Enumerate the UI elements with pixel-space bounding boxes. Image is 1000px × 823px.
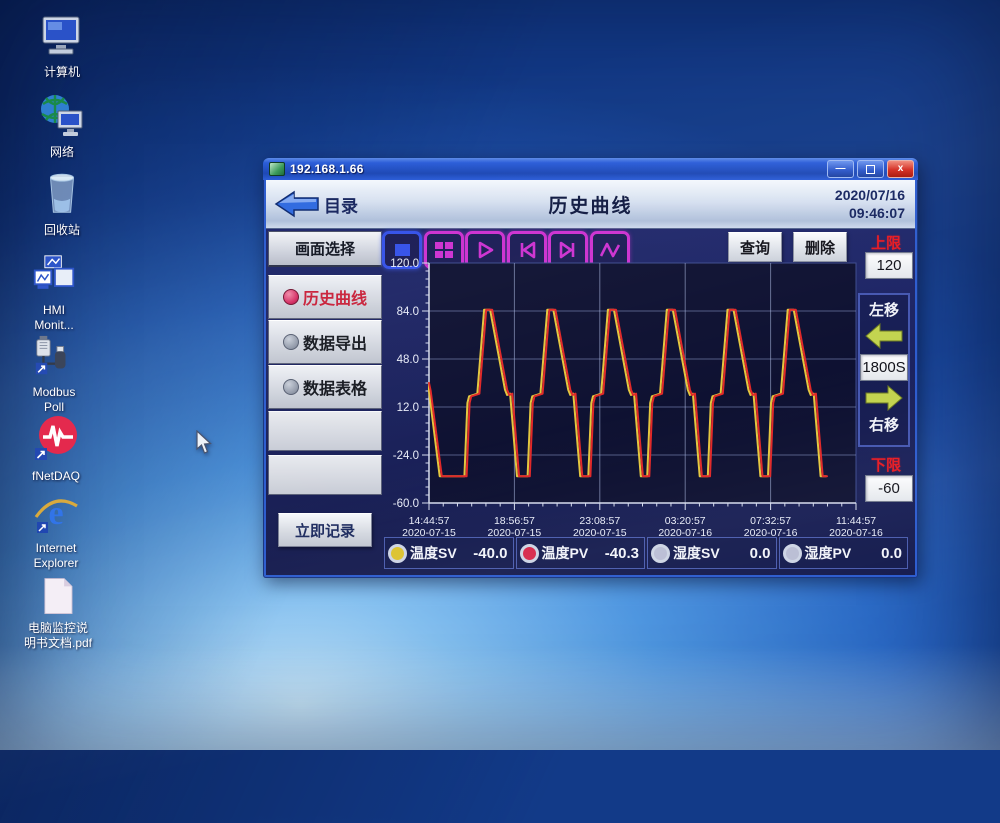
desktop-icon-label: fNetDAQ — [8, 469, 104, 484]
x-tick-time-label: 07:32:57 — [750, 515, 791, 527]
legend-item-0: 温度SV -40.0 — [384, 537, 514, 569]
legend-value: -40.0 — [473, 545, 509, 562]
hmi-main-area: 画面选择 历史曲线数据导出数据表格 立即记录 查询 删除 上限 120 120.… — [266, 229, 915, 575]
desktop-icon-internet-explorer[interactable]: eInternet Explorer — [8, 490, 104, 571]
pan-left-button[interactable] — [865, 323, 903, 349]
legend-label: 温度SV — [410, 543, 457, 563]
pan-control-panel: 左移 1800S 右移 — [858, 293, 910, 447]
desktop-icon-label: 回收站 — [14, 223, 110, 238]
desktop-icon-label: 网络 — [14, 145, 110, 160]
desktop-icon-network[interactable]: 网络 — [14, 92, 110, 160]
y-tick-label: 84.0 — [397, 306, 419, 318]
legend-color-icon — [651, 544, 670, 563]
window-app-icon — [269, 162, 285, 176]
x-tick-time-label: 14:44:57 — [409, 515, 450, 527]
fnetdaq-icon — [8, 414, 104, 469]
x-tick-time-label: 23:08:57 — [579, 515, 620, 527]
sidebar-item-data-export[interactable]: 数据导出 — [268, 320, 382, 364]
inactive-indicator-icon — [283, 379, 299, 395]
hmi-screen: 历史曲线 目录 2020/07/16 09:46:07 画面选择 历史曲线数据导… — [266, 180, 915, 575]
record-now-button[interactable]: 立即记录 — [278, 513, 372, 547]
sidebar-item-label: 历史曲线 — [303, 285, 367, 309]
x-tick-time-label: 03:20:57 — [665, 515, 706, 527]
window-title: 192.168.1.66 — [290, 162, 824, 176]
legend-value: 0.0 — [881, 545, 904, 562]
legend-label: 湿度SV — [673, 543, 720, 563]
pan-right-button[interactable] — [865, 385, 903, 411]
desktop-icon-fnetdaq[interactable]: fNetDAQ — [8, 414, 104, 484]
computer-icon — [14, 12, 110, 65]
legend-item-1: 温度PV -40.3 — [516, 537, 646, 569]
close-button[interactable]: x — [887, 160, 914, 178]
time-text: 09:46:07 — [835, 204, 905, 222]
x-tick-time-label: 18:56:57 — [494, 515, 535, 527]
lower-limit-label: 下限 — [862, 454, 910, 475]
desktop-icon-label: HMI Monit... — [6, 303, 102, 333]
desktop-icon-label: Modbus Poll — [6, 385, 102, 415]
legend-color-icon — [783, 544, 802, 563]
desktop-icon-pdf-document[interactable]: 电脑监控说 明书文档.pdf — [10, 576, 106, 651]
legend-bar: 温度SV -40.0 温度PV -40.3 湿度SV 0.0 湿度PV 0.0 — [384, 537, 908, 569]
lower-limit-value[interactable]: -60 — [865, 475, 913, 502]
window-titlebar[interactable]: 192.168.1.66 — x — [263, 158, 918, 180]
inactive-indicator-icon — [283, 334, 299, 350]
hmi-window: 192.168.1.66 — x 历史曲线 目录 2020/07/16 09:4… — [263, 158, 918, 578]
mouse-cursor — [192, 430, 216, 456]
sidebar-header: 画面选择 — [268, 231, 382, 267]
pan-interval-value[interactable]: 1800S — [860, 354, 908, 381]
sidebar-blank-row — [268, 455, 382, 495]
y-tick-label: 12.0 — [397, 402, 419, 414]
hmi-header: 历史曲线 目录 2020/07/16 09:46:07 — [266, 180, 915, 229]
recycle-bin-icon — [14, 170, 110, 223]
sidebar-item-label: 数据表格 — [303, 375, 367, 399]
maximize-icon — [866, 165, 875, 174]
legend-label: 湿度PV — [805, 543, 852, 563]
sidebar-item-label: 数据导出 — [303, 330, 367, 354]
sidebar-item-history-curve[interactable]: 历史曲线 — [268, 275, 382, 319]
sidebar-item-data-table[interactable]: 数据表格 — [268, 365, 382, 409]
y-tick-label: -60.0 — [393, 498, 419, 510]
hmi-monitor-icon — [6, 254, 102, 303]
desktop-icon-label: 计算机 — [14, 65, 110, 80]
maximize-button[interactable] — [857, 160, 884, 178]
desktop-icon-recycle-bin[interactable]: 回收站 — [14, 170, 110, 238]
date-text: 2020/07/16 — [835, 186, 905, 204]
sidebar-blank-row — [268, 411, 382, 451]
pdf-document-icon — [10, 576, 106, 621]
legend-value: 0.0 — [750, 545, 773, 562]
legend-label: 温度PV — [542, 543, 589, 563]
desktop-icon-computer[interactable]: 计算机 — [14, 12, 110, 80]
y-tick-label: 120.0 — [390, 258, 419, 270]
legend-color-icon — [388, 544, 407, 563]
legend-value: -40.3 — [605, 545, 641, 562]
network-icon — [14, 92, 110, 145]
internet-explorer-icon: e — [8, 490, 104, 541]
y-tick-label: 48.0 — [397, 354, 419, 366]
page-title: 历史曲线 — [266, 191, 915, 218]
history-trend-chart: 120.084.048.012.0-24.0-60.014:44:572020-… — [382, 253, 902, 543]
desktop-icon-modbus-poll[interactable]: Modbus Poll — [6, 334, 102, 415]
desktop-icon-label: 电脑监控说 明书文档.pdf — [10, 621, 106, 651]
y-tick-label: -24.0 — [393, 450, 419, 462]
pan-right-label: 右移 — [860, 414, 908, 435]
legend-item-2: 湿度SV 0.0 — [647, 537, 777, 569]
modbus-poll-icon — [6, 334, 102, 385]
legend-item-3: 湿度PV 0.0 — [779, 537, 909, 569]
desktop-icon-label: Internet Explorer — [8, 541, 104, 571]
upper-limit-label: 上限 — [862, 232, 910, 253]
active-indicator-icon — [283, 289, 299, 305]
pan-left-label: 左移 — [860, 299, 908, 320]
desktop-icon-hmi-monitor[interactable]: HMI Monit... — [6, 254, 102, 333]
x-tick-time-label: 11:44:57 — [836, 515, 876, 527]
datetime-display: 2020/07/16 09:46:07 — [835, 186, 905, 222]
legend-color-icon — [520, 544, 539, 563]
minimize-button[interactable]: — — [827, 160, 854, 178]
